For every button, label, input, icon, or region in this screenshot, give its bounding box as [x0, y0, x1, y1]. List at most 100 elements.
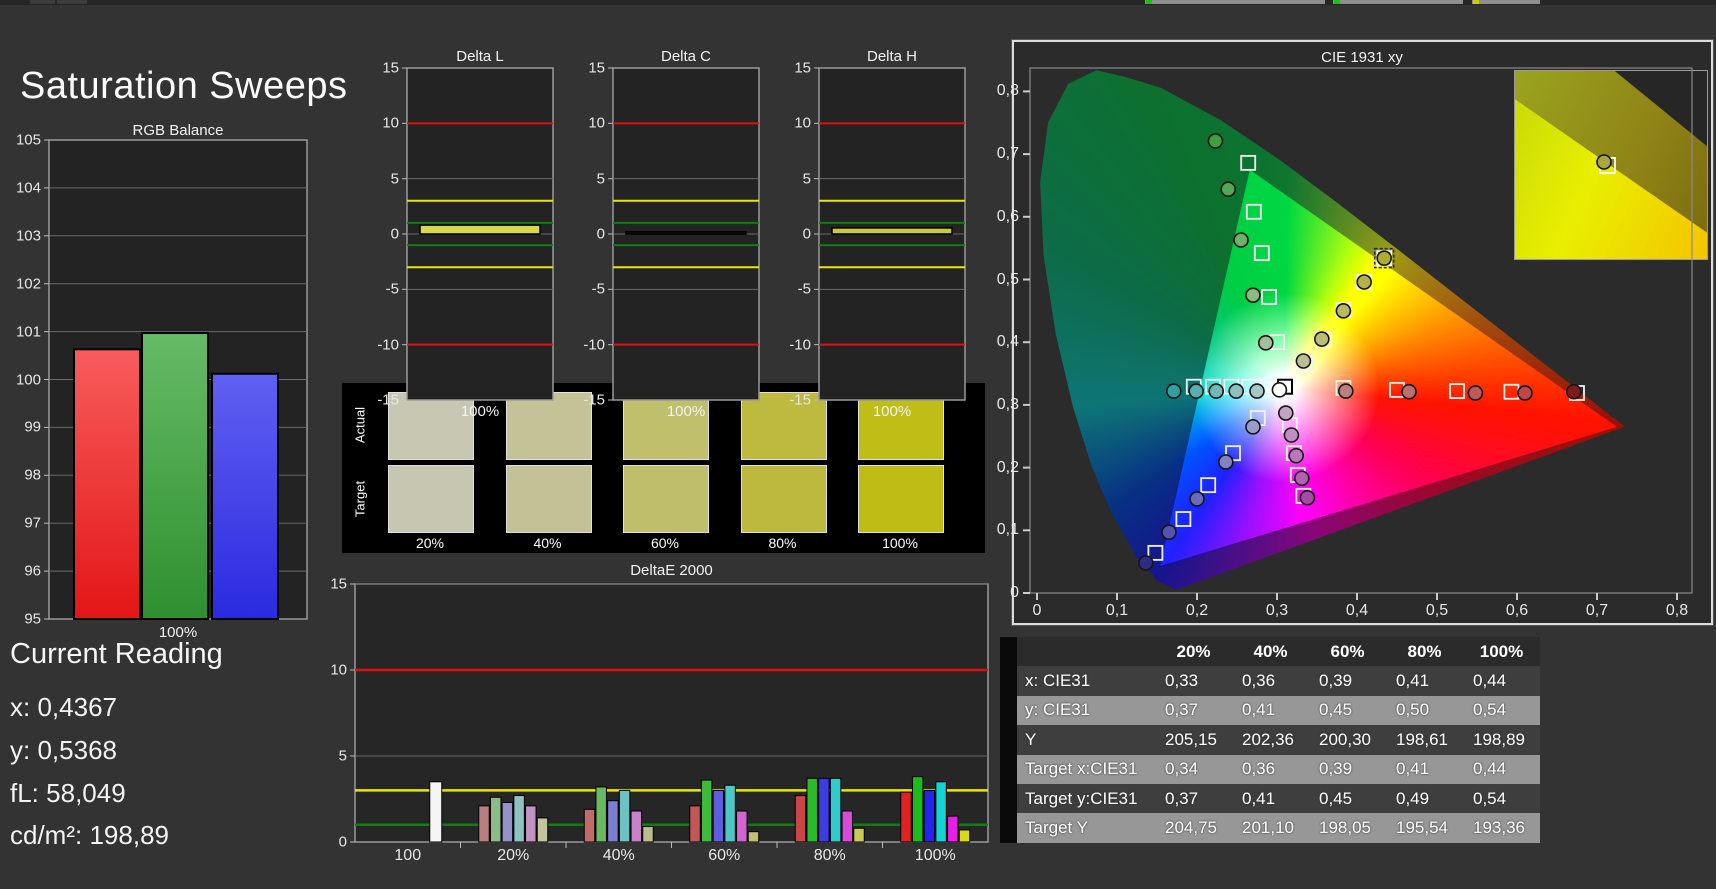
delta-c-bar — [625, 231, 747, 235]
deltae-bar — [818, 777, 830, 843]
deltae2000-title: DeltaE 2000 — [630, 562, 713, 579]
cie-y-tick: 0,3 — [996, 395, 1019, 413]
target-swatch-60% — [623, 465, 709, 533]
deltae-bar — [607, 800, 619, 843]
target-swatch-40% — [505, 465, 592, 533]
rgb-balance-title: RGB Balance — [132, 122, 224, 139]
table-cell: 0,45 — [1309, 695, 1386, 726]
top-tab-fragment[interactable] — [1145, 0, 1325, 4]
top-tab-fragment[interactable] — [30, 0, 55, 4]
reading-x-label: x: — [10, 692, 31, 722]
reading-y-value: 0,5368 — [37, 735, 117, 765]
cie-diagram-title: CIE 1931 xy — [1321, 49, 1403, 66]
deltae-x-label: 40% — [602, 847, 635, 864]
cie-x-tick: 0,7 — [1585, 602, 1609, 619]
cie-y-tick: 0,8 — [996, 82, 1019, 100]
table-row-marker — [1000, 783, 1017, 814]
cie-zoom-inset — [1514, 70, 1708, 260]
target-swatch-100% — [858, 465, 944, 533]
delta-y-tick: 0 — [802, 225, 811, 243]
rgb-y-tick: 100 — [15, 371, 41, 388]
reading-cdm2-label: cd/m²: — [10, 820, 83, 850]
table-row-label: Target Y — [1017, 813, 1155, 843]
reading-y-label: y: — [10, 735, 31, 765]
deltae-bar — [513, 795, 525, 843]
delta-y-tick: -15 — [583, 391, 605, 409]
cie-y-tick: 0,7 — [996, 145, 1019, 163]
current-reading-x: x: 0,4367 — [10, 692, 117, 723]
top-tab-accent-yellow — [1473, 0, 1479, 4]
swatch-level-label: 100% — [882, 535, 918, 551]
delta-h-title: Delta H — [866, 48, 918, 65]
table-cell: 0,37 — [1155, 783, 1232, 814]
table-row-label: Y — [1017, 725, 1155, 755]
delta-y-tick: -15 — [377, 391, 399, 409]
deltae-bar — [595, 786, 607, 843]
table-cell: 0,54 — [1463, 783, 1540, 814]
deltae-bar — [794, 795, 807, 843]
cie-y-tick: 0 — [1010, 584, 1019, 601]
table-cell: 198,61 — [1386, 725, 1463, 755]
delta-y-tick: 15 — [382, 59, 399, 77]
table-cell: 201,10 — [1232, 813, 1309, 843]
table-cell: 198,05 — [1309, 813, 1386, 843]
table-cell: 0,34 — [1155, 754, 1232, 784]
cie-x-tick: 0,6 — [1505, 602, 1529, 619]
rgb-y-tick: 99 — [24, 418, 41, 436]
table-cell: 0,44 — [1463, 754, 1540, 784]
delta-l-bar — [419, 224, 541, 235]
swatch-row-label-actual: Actual — [352, 406, 368, 444]
cie-x-tick: 0,5 — [1425, 602, 1449, 619]
table-cell: 0,39 — [1309, 666, 1386, 696]
cie-x-tick: 0 — [1032, 602, 1042, 619]
table-cell: 0,41 — [1386, 666, 1463, 696]
current-reading-fl: fL: 58,049 — [10, 778, 126, 809]
table-cell: 0,49 — [1386, 783, 1463, 814]
table-row-marker — [1000, 666, 1017, 696]
swatch-level-label: 20% — [415, 535, 445, 551]
top-tab-accent-green — [1146, 0, 1152, 4]
swatch-row-label-target: Target — [352, 480, 368, 518]
target-swatch-80% — [740, 465, 827, 533]
top-tab-fragment[interactable] — [1333, 0, 1463, 4]
cie-y-tick: 0,1 — [996, 521, 1019, 539]
top-tab-accent-green — [1334, 0, 1340, 4]
page-title: Saturation Sweeps — [20, 65, 348, 108]
table-header-cell: 100% — [1463, 637, 1540, 667]
rgb-y-tick: 103 — [15, 227, 41, 245]
table-row-marker — [1000, 725, 1017, 755]
deltae-bar — [900, 791, 912, 843]
delta-y-tick: 10 — [588, 114, 605, 132]
deltae-bar — [630, 810, 643, 843]
deltae-x-label: 20% — [497, 847, 530, 864]
cie-x-tick: 0,2 — [1185, 602, 1209, 619]
rgb-y-tick: 104 — [15, 179, 41, 197]
deltae-bar — [923, 789, 936, 843]
top-tab-fragment[interactable] — [1472, 0, 1540, 4]
table-cell: 0,54 — [1463, 695, 1540, 726]
delta-y-tick: -10 — [789, 336, 811, 354]
swatch-level-label: 60% — [650, 535, 680, 551]
deltae-bar — [501, 801, 514, 843]
table-row-label: Target x:CIE31 — [1017, 754, 1155, 784]
delta-y-tick: 5 — [390, 170, 399, 188]
deltae-bar — [841, 810, 854, 843]
delta-y-tick: -15 — [789, 391, 811, 409]
rgb-y-tick: 105 — [15, 131, 41, 149]
delta-y-tick: -5 — [385, 280, 399, 298]
reading-cdm2-value: 198,89 — [89, 820, 169, 850]
rgb-balance-bar-green — [141, 332, 209, 620]
deltae-y-tick: 10 — [330, 661, 347, 679]
deltae-bar — [853, 827, 865, 843]
cie-x-tick: 0,8 — [1665, 602, 1689, 619]
table-row-marker — [1000, 813, 1017, 843]
deltae-bar — [689, 805, 701, 843]
deltae-bar — [642, 826, 654, 843]
deltae-bar — [935, 781, 947, 843]
reading-fl-value: 58,049 — [46, 778, 126, 808]
table-header-cell: 60% — [1309, 637, 1386, 667]
table-cell: 202,36 — [1232, 725, 1309, 755]
delta-l-x-label: 100% — [460, 403, 500, 420]
deltae-bar — [712, 789, 725, 843]
top-tab-fragment[interactable] — [57, 0, 87, 4]
